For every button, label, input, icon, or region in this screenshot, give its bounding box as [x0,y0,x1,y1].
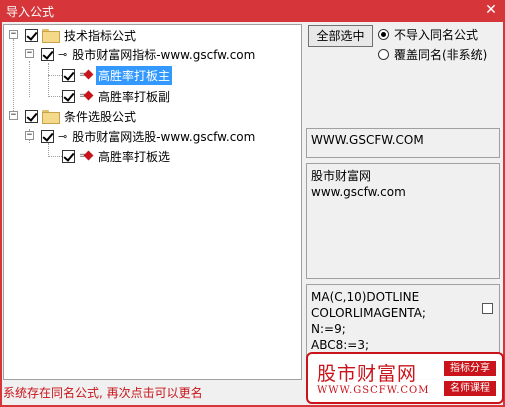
folder-icon [42,29,60,43]
collapse-icon[interactable]: − [9,30,18,39]
tree-item-leaf-sub[interactable]: = 高胜率打板副 [62,87,172,105]
status-message: 系统存在同名公式, 再次点击可以更名 [3,386,203,400]
watermark-tag-course: 名师课程 [444,381,496,396]
watermark-logo: 股市财富网 WWW.GSCFW.COM 指标分享 名师课程 [306,352,504,404]
group2-child-checkbox[interactable] [41,129,54,143]
tree-item-group1[interactable]: − 技术指标公式 [9,26,138,44]
formula-icon: = [79,90,94,102]
description-line: www.gscfw.com [311,185,406,199]
close-icon[interactable]: ✕ [483,2,499,18]
tree-item-label: 高胜率打板选 [98,149,171,164]
tree-connector [13,39,14,115]
code-line: COLORLIMAGENTA; [311,306,426,320]
tree-item-label: 股市财富网指标-www.gscfw.com [72,47,256,62]
option-skip-label: 不导入同名公式 [394,28,479,42]
tree-item-group1-child[interactable]: − ⊸ 股市财富网指标-www.gscfw.com [25,45,257,63]
code-line: ABC8:=3; [311,338,370,352]
tree-connector [29,61,30,97]
tree-item-label: 股市财富网选股-www.gscfw.com [72,129,256,144]
tree-connector [48,96,62,97]
tree-connector [48,75,62,76]
formula-description: 股市财富网 www.gscfw.com [306,163,500,279]
tree-item-leaf-select[interactable]: = 高胜率打板选 [62,147,172,165]
tree-connector [48,156,62,157]
window-title: 导入公式 [6,5,55,19]
tree-item-label: 高胜率打板副 [98,89,171,104]
formula-icon: = [79,69,94,81]
radio-skip[interactable] [378,29,389,40]
collapse-icon[interactable]: − [9,111,18,120]
tree-connector [48,143,49,157]
watermark-url: WWW.GSCFW.COM [317,385,430,396]
option-overwrite-duplicates[interactable]: 覆盖同名(非系统) [378,46,487,63]
leaf-select-checkbox[interactable] [62,149,75,163]
collapse-icon[interactable]: − [25,49,34,58]
tree-item-group2[interactable]: − 条件选股公式 [9,107,138,125]
group1-child-checkbox[interactable] [41,47,54,61]
tree-item-label: 技术指标公式 [64,28,137,43]
formula-tree[interactable]: − 技术指标公式 − ⊸ 股市财富网指标-www.gscfw.com = 高胜率… [3,24,302,380]
group2-checkbox[interactable] [25,109,38,123]
description-line: 股市财富网 [311,169,372,183]
radio-overwrite[interactable] [378,49,389,60]
group1-checkbox[interactable] [25,28,38,42]
watermark-tag-indicator: 指标分享 [444,361,496,376]
collapse-icon[interactable]: − [25,131,34,140]
code-checkbox[interactable] [482,303,493,314]
key-icon: ⊸ [58,129,68,143]
option-skip-duplicates[interactable]: 不导入同名公式 [378,26,478,43]
select-all-button[interactable]: 全部选中 [308,25,373,47]
watermark-brand: 股市财富网 [317,363,418,385]
formula-url: WWW.GSCFW.COM [311,133,424,147]
title-bar: 导入公式 ✕ [0,0,505,22]
tree-item-label: 条件选股公式 [64,109,137,124]
formula-url-field: WWW.GSCFW.COM [306,128,500,158]
folder-icon [42,110,60,124]
tree-item-label: 高胜率打板主 [96,65,173,85]
formula-icon: = [79,150,94,162]
option-overwrite-label: 覆盖同名(非系统) [394,48,488,62]
tree-connector [48,63,49,97]
leaf-main-checkbox[interactable] [62,68,75,82]
key-icon: ⊸ [58,47,68,61]
tree-item-group2-child[interactable]: − ⊸ 股市财富网选股-www.gscfw.com [25,127,257,145]
tree-item-leaf-main[interactable]: = 高胜率打板主 [62,65,173,85]
code-line: MA(C,10)DOTLINE [311,290,420,304]
code-line: N:=9; [311,322,346,336]
leaf-sub-checkbox[interactable] [62,89,75,103]
